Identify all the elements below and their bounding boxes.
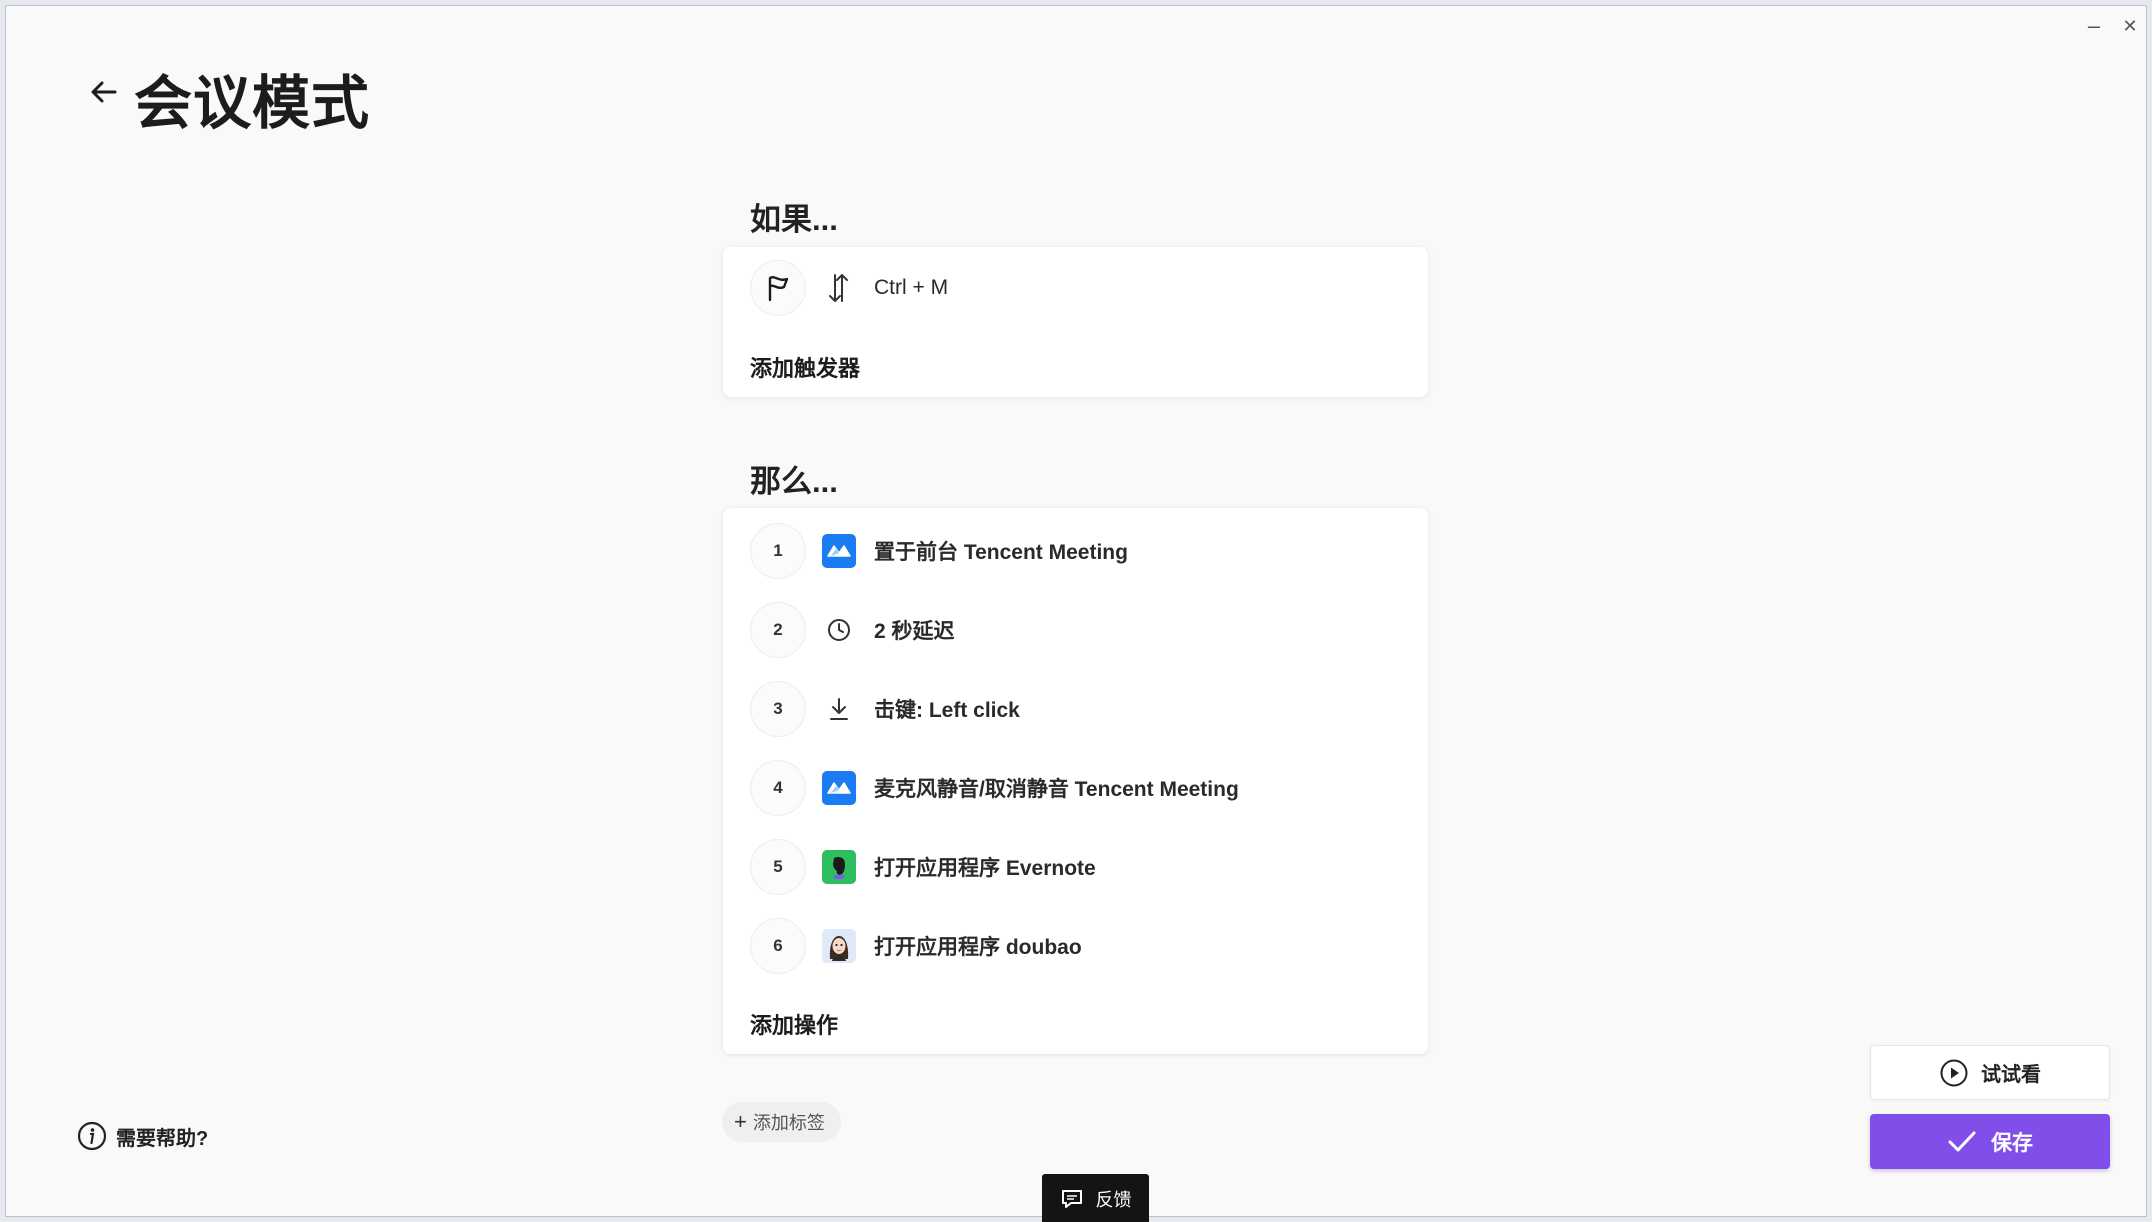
- action-row[interactable]: 4 麦克风静音/取消静音 Tencent Meeting: [750, 759, 1239, 817]
- close-button[interactable]: ✕: [2116, 12, 2144, 40]
- save-button[interactable]: 保存: [1870, 1114, 2110, 1169]
- action-label: 击键: Left click: [874, 699, 1020, 722]
- action-label: 打开应用程序 Evernote: [874, 857, 1096, 880]
- download-arrow-icon: [822, 692, 856, 726]
- trigger-label: Ctrl + M: [874, 276, 949, 299]
- minimize-button[interactable]: –: [2080, 12, 2108, 40]
- action-number: 2: [750, 602, 806, 658]
- page-title: 会议模式: [134, 71, 371, 136]
- flag-icon: [750, 260, 806, 316]
- action-row[interactable]: 2 2 秒延迟: [750, 601, 955, 659]
- evernote-icon: [822, 850, 856, 884]
- clock-icon: [822, 613, 856, 647]
- checkmark-icon: [1948, 1131, 1976, 1151]
- help-label: 需要帮助?: [116, 1127, 209, 1150]
- add-trigger-link[interactable]: 添加触发器: [750, 351, 860, 383]
- play-circle-icon: [1940, 1059, 1968, 1086]
- action-label: 麦克风静音/取消静音 Tencent Meeting: [874, 778, 1239, 801]
- arrow-left-icon: [91, 81, 117, 103]
- add-tag-label: 添加标签: [752, 1113, 825, 1133]
- help-link[interactable]: 需要帮助?: [76, 1120, 208, 1152]
- action-row[interactable]: 3 击键: Left click: [750, 680, 1020, 738]
- action-row[interactable]: 5 打开应用程序 Evernote: [750, 838, 1096, 896]
- try-it-button[interactable]: 试试看: [1870, 1045, 2110, 1100]
- actions-card: 1 置于前台 Tencent Meeting 2 2 秒延迟 3 击键: Lef…: [723, 508, 1428, 1054]
- then-section-title: 那么...: [750, 464, 838, 499]
- try-it-label: 试试看: [1981, 1064, 2041, 1086]
- action-number: 3: [750, 681, 806, 737]
- tencent-meeting-icon: [822, 771, 856, 805]
- doubao-avatar-icon: [822, 929, 856, 963]
- up-down-arrows-icon: [822, 271, 856, 305]
- if-section-title: 如果...: [750, 202, 838, 237]
- action-label: 打开应用程序 doubao: [874, 936, 1082, 959]
- info-icon: [77, 1121, 107, 1151]
- action-label: 置于前台 Tencent Meeting: [874, 541, 1128, 564]
- trigger-card: Ctrl + M 添加触发器: [723, 247, 1428, 397]
- action-number: 4: [750, 760, 806, 816]
- action-number: 1: [750, 523, 806, 579]
- feedback-label: 反馈: [1095, 1190, 1132, 1210]
- back-button[interactable]: [82, 70, 126, 114]
- app-window: – ✕ 会议模式 如果... Ctrl + M 添加触发器 那么... 1 置于…: [5, 5, 2147, 1222]
- action-number: 5: [750, 839, 806, 895]
- add-tag-button[interactable]: + 添加标签: [722, 1102, 841, 1142]
- trigger-row[interactable]: Ctrl + M: [750, 259, 948, 317]
- save-label: 保存: [1991, 1131, 2033, 1155]
- action-label: 2 秒延迟: [874, 620, 955, 643]
- action-row[interactable]: 1 置于前台 Tencent Meeting: [750, 522, 1128, 580]
- add-action-link[interactable]: 添加操作: [750, 1008, 838, 1040]
- comment-icon: [1061, 1190, 1082, 1208]
- action-number: 6: [750, 918, 806, 974]
- feedback-button[interactable]: 反馈: [1042, 1174, 1149, 1222]
- tencent-meeting-icon: [822, 534, 856, 568]
- action-row[interactable]: 6 打开应用程序 doubao: [750, 917, 1082, 975]
- plus-icon: +: [734, 1109, 747, 1134]
